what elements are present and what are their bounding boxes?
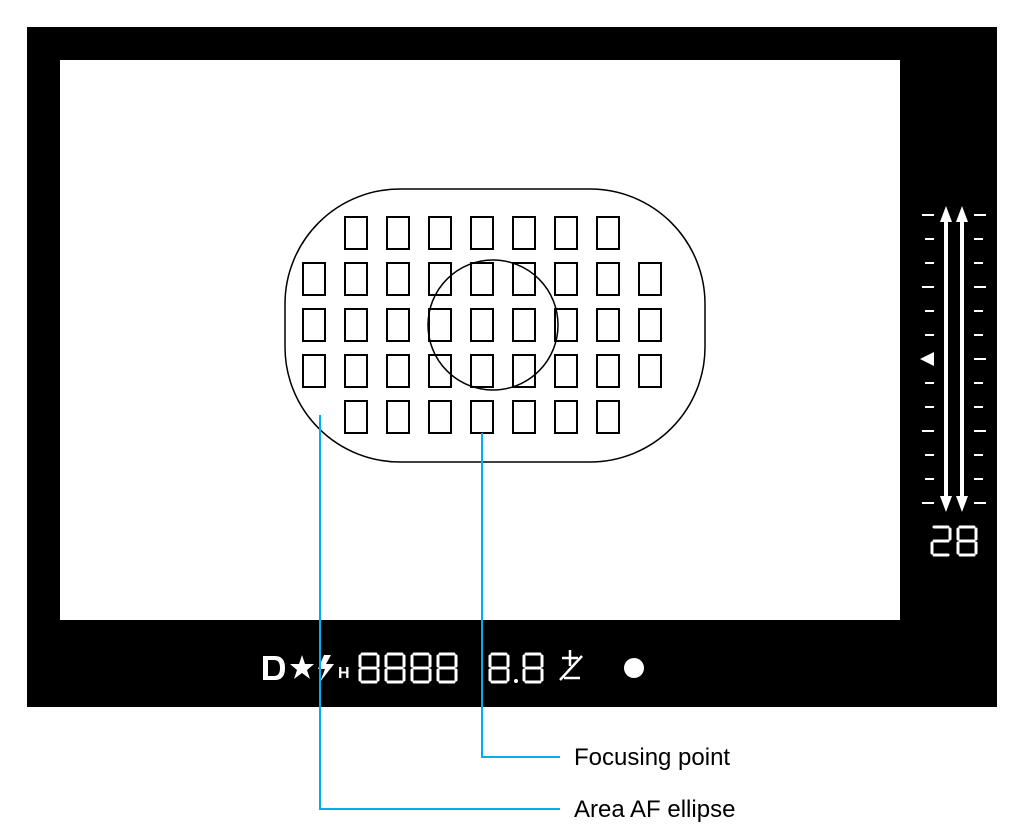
focus-confirm-dot: [624, 658, 644, 678]
viewfinder-svg: H: [0, 0, 1024, 835]
diagram-canvas: H: [0, 0, 1024, 835]
h-letter: H: [338, 665, 350, 682]
label-area-af-ellipse: Area AF ellipse: [574, 796, 735, 824]
label-focusing-point: Focusing point: [574, 744, 730, 772]
